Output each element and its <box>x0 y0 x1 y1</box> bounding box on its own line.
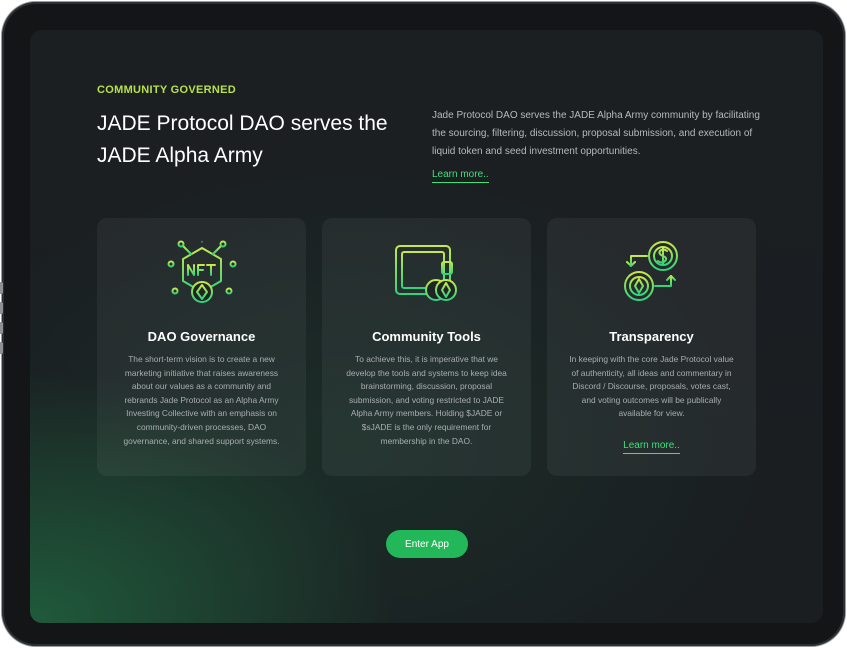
card-description: The short-term vision is to create a new… <box>123 354 280 446</box>
feature-card-community-tools: Community Tools To achieve this, it is i… <box>322 218 531 476</box>
screen: COMMUNITY GOVERNED JADE Protocol DAO ser… <box>30 30 823 623</box>
exchange-coins-icon <box>623 241 678 301</box>
feature-card-dao-governance: DAO Governance The short-term vision is … <box>97 218 306 476</box>
side-button <box>0 322 3 334</box>
side-button <box>0 302 3 314</box>
side-button <box>0 342 3 354</box>
side-button <box>0 282 3 294</box>
card-title: Community Tools <box>372 329 481 344</box>
card-description: To achieve this, it is imperative that w… <box>346 354 507 446</box>
card-description: In keeping with the core Jade Protocol v… <box>569 354 734 419</box>
tablet-frame: COMMUNITY GOVERNED JADE Protocol DAO ser… <box>0 2 845 646</box>
card-title: DAO Governance <box>147 329 256 344</box>
wallet-coins-icon <box>394 245 457 301</box>
nft-chip-icon <box>167 240 236 303</box>
feature-card-transparency: Transparency In keeping with the core Ja… <box>547 218 756 476</box>
card-title: Transparency <box>609 329 694 344</box>
intro-text: Jade Protocol DAO serves the JADE Alpha … <box>432 110 760 157</box>
learn-more-link[interactable]: Learn more.. <box>432 169 489 183</box>
page-title: JADE Protocol DAO serves the JADE Alpha … <box>97 112 388 167</box>
learn-more-link[interactable]: Learn more.. <box>623 440 680 454</box>
section-eyebrow: COMMUNITY GOVERNED <box>97 84 237 96</box>
enter-app-button[interactable]: Enter App <box>386 530 468 558</box>
